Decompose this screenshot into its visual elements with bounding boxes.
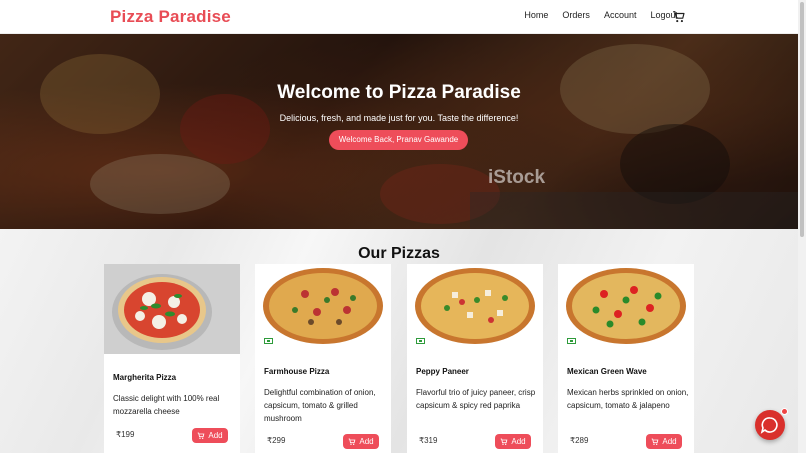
brand-logo[interactable]: Pizza Paradise [110,7,231,27]
section-title: Our Pizzas [358,245,440,262]
cart-icon [501,438,508,445]
nav-orders[interactable]: Orders [562,10,590,20]
veg-icon [567,338,576,344]
pizza-description: Mexican herbs sprinkled on onion, capsic… [567,388,689,410]
pizza-photo [104,264,240,354]
pizza-image [104,264,240,354]
welcome-button[interactable]: Welcome Back, Pranav Gawande [329,130,468,150]
pizza-photo [255,264,391,354]
nav-home[interactable]: Home [524,10,548,20]
nav-links: Home Orders Account Logout [524,10,678,20]
pizza-description: Flavorful trio of juicy paneer, crisp ca… [416,388,536,410]
pizza-photo [558,264,694,354]
add-to-cart-button[interactable]: Add [646,434,682,449]
pizza-name: Farmhouse Pizza [264,367,330,376]
pizza-card: Peppy Paneer Flavorful trio of juicy pan… [407,264,543,453]
veg-icon [416,338,425,344]
add-label: Add [511,437,526,446]
watermark-text: iStock [488,167,546,188]
cart-icon [349,438,356,445]
cart-icon[interactable] [672,10,686,24]
hero-title: Welcome to Pizza Paradise [277,82,521,103]
pizza-price: ₹299 [267,436,286,445]
pizza-image [407,264,543,354]
pizza-name: Mexican Green Wave [567,367,647,376]
cart-icon [652,438,659,445]
watermark-band [470,192,798,229]
add-label: Add [662,437,677,446]
pizza-name: Peppy Paneer [416,367,469,376]
add-label: Add [208,431,223,440]
add-to-cart-button[interactable]: Add [343,434,379,449]
pizza-card: Mexican Green Wave Mexican herbs sprinkl… [558,264,694,453]
chat-button[interactable] [755,410,785,440]
pizza-image [255,264,391,354]
scrollbar-thumb[interactable] [800,2,804,237]
pizza-name: Margherita Pizza [113,373,177,382]
pizza-description: Delightful combination of onion, capsicu… [264,388,376,423]
pizza-price: ₹319 [419,436,438,445]
pizza-price: ₹289 [570,436,589,445]
pizza-photo [407,264,543,354]
nav-account[interactable]: Account [604,10,637,20]
top-navbar: Pizza Paradise Home Orders Account Logou… [0,0,798,34]
add-to-cart-button[interactable]: Add [192,428,228,443]
pizza-price: ₹199 [116,430,135,439]
notification-dot [781,408,788,415]
pizza-description: Classic delight with 100% real mozzarell… [113,394,220,416]
add-label: Add [359,437,374,446]
cart-icon [198,432,205,439]
add-to-cart-button[interactable]: Add [495,434,531,449]
pizza-image [558,264,694,354]
pizza-card: Margherita Pizza Classic delight with 10… [104,264,240,453]
pizza-card: Farmhouse Pizza Delightful combination o… [255,264,391,453]
hero-subtitle: Delicious, fresh, and made just for you.… [279,113,519,123]
veg-icon [264,338,273,344]
chat-icon [760,417,778,434]
